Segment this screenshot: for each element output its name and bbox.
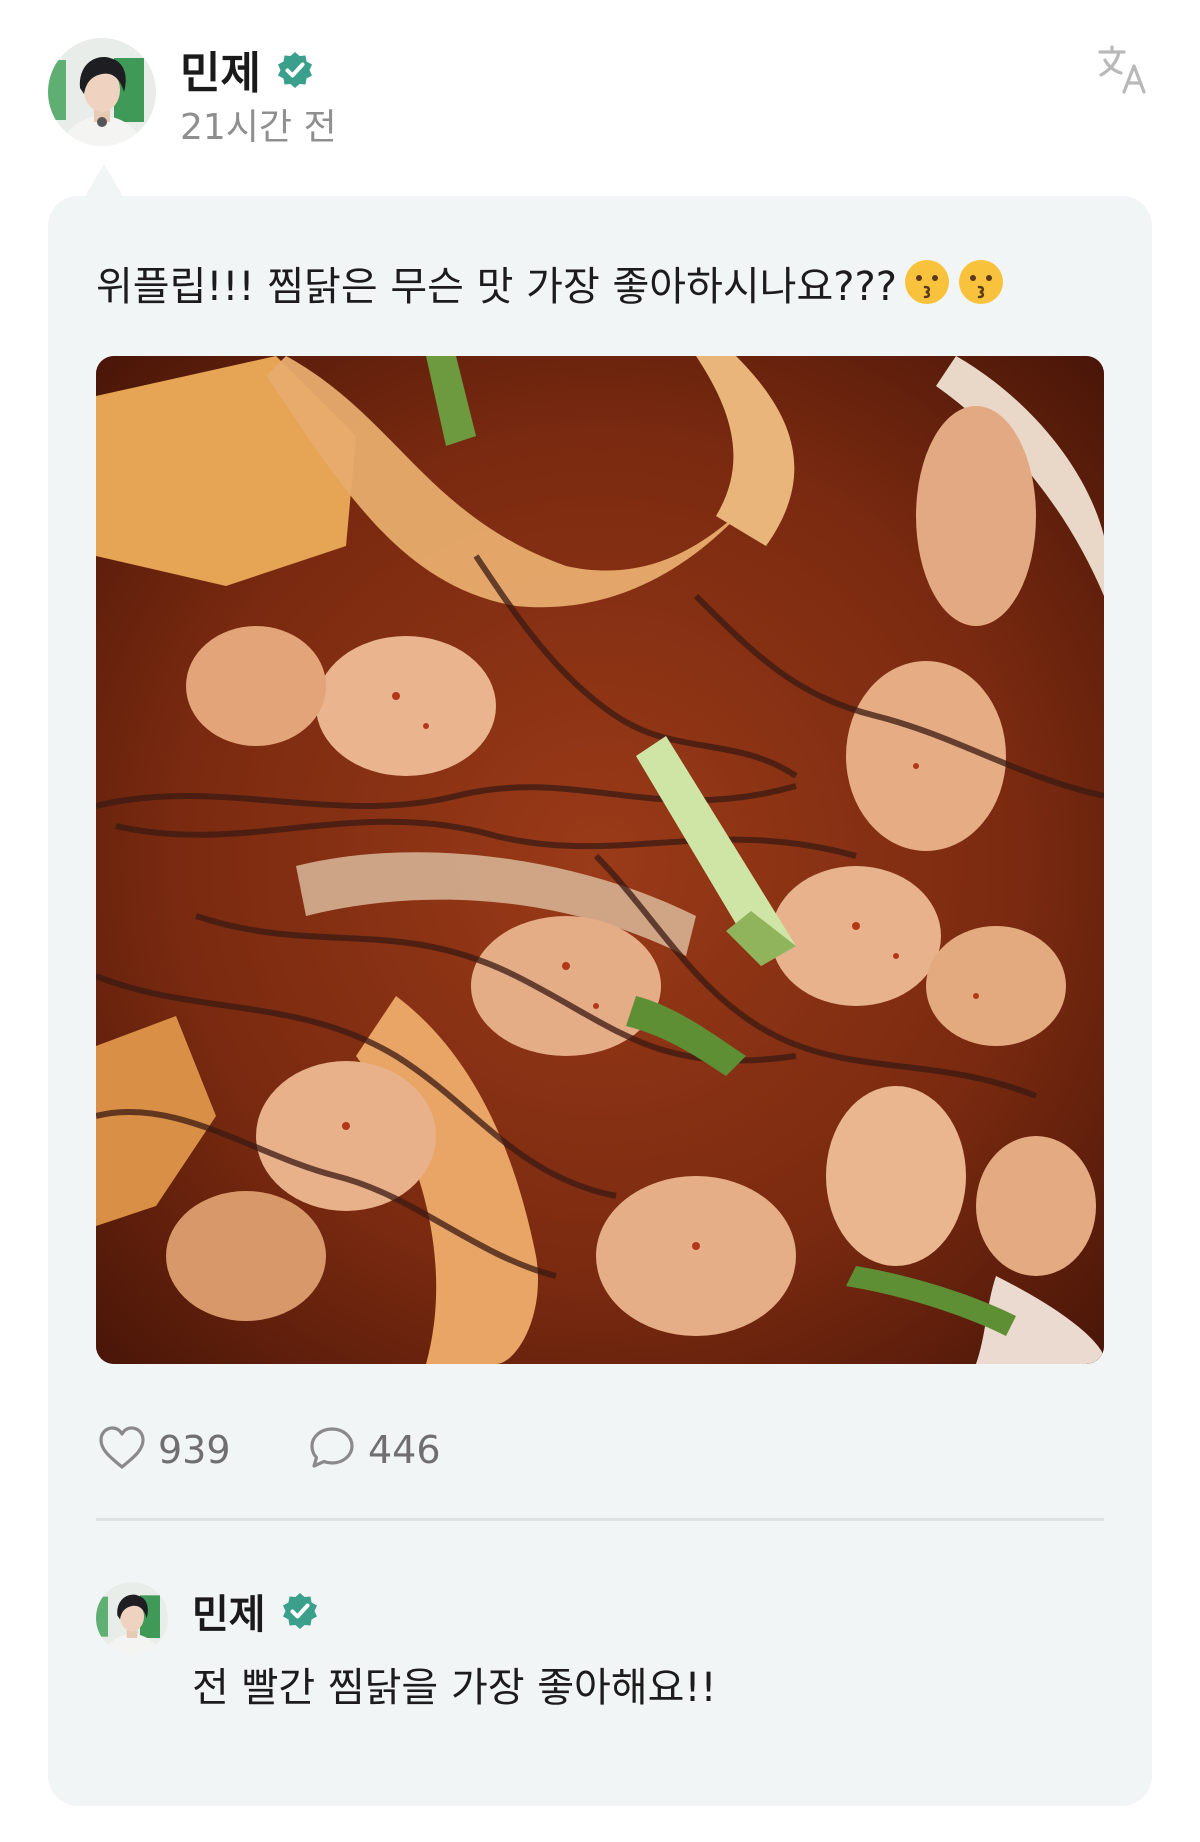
post-text: 위플립!!! 찜닭은 무슨 맛 가장 좋아하시나요???	[96, 258, 1106, 320]
like-button[interactable]: 939	[96, 1422, 231, 1478]
comment-bubble-icon	[306, 1422, 358, 1478]
post-photo[interactable]	[96, 356, 1104, 1364]
kissing-face-emoji-icon	[903, 258, 951, 320]
reply-author-avatar[interactable]	[96, 1582, 168, 1654]
verified-badge-icon	[280, 1591, 320, 1643]
post-actions: 939 446	[96, 1422, 696, 1478]
card-pointer	[84, 164, 124, 198]
like-count: 939	[158, 1428, 231, 1472]
reply: 민제 전 빨간 찜닭을 가장 좋아해요!!	[96, 1582, 1104, 1762]
translate-icon[interactable]	[1096, 42, 1152, 98]
post-card: 위플립!!! 찜닭은 무슨 맛 가장 좋아하시나요??? 939 446 민제 …	[48, 196, 1152, 1806]
author-avatar[interactable]	[48, 38, 156, 146]
post-text-content: 위플립!!! 찜닭은 무슨 맛 가장 좋아하시나요???	[96, 264, 897, 310]
author-name-text: 민제	[180, 48, 261, 99]
verified-badge-icon	[275, 50, 315, 102]
kissing-face-emoji-icon	[957, 258, 1005, 320]
reply-author-name-text: 민제	[192, 1592, 266, 1638]
post-header: 민제 21시간 전	[48, 38, 1152, 148]
comment-count: 446	[368, 1428, 441, 1472]
post-timestamp: 21시간 전	[180, 107, 337, 148]
reply-author-name[interactable]: 민제	[192, 1590, 320, 1643]
reply-text: 전 빨간 찜닭을 가장 좋아해요!!	[192, 1665, 717, 1711]
author-name[interactable]: 민제	[180, 48, 315, 102]
divider	[96, 1518, 1104, 1521]
comment-button[interactable]: 446	[306, 1422, 441, 1478]
heart-outline-icon	[96, 1422, 148, 1478]
